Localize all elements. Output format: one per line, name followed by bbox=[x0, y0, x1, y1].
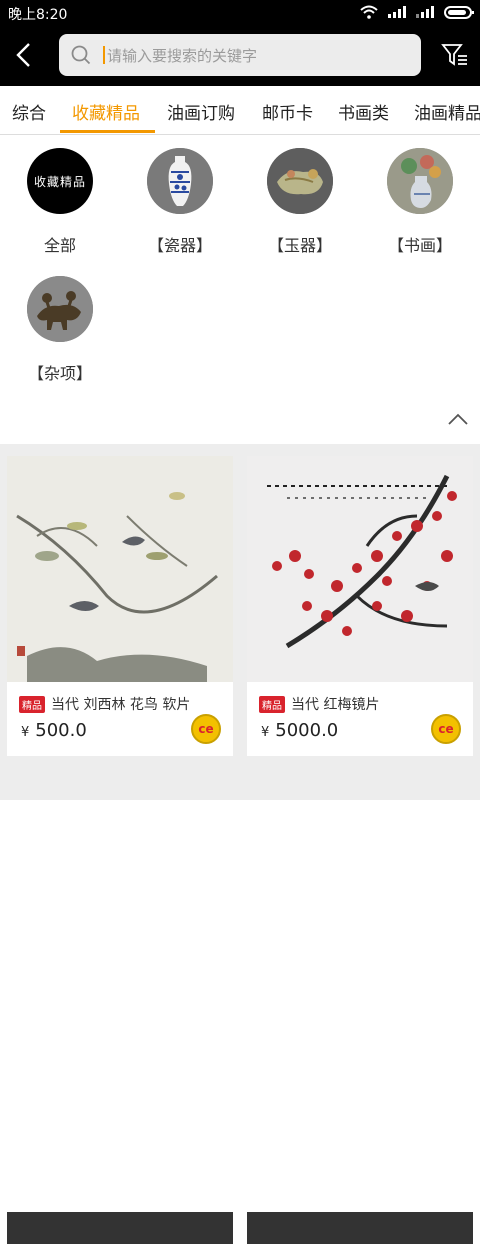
status-icons bbox=[360, 5, 474, 19]
search-input[interactable]: 请输入要搜索的关键字 bbox=[59, 34, 421, 76]
tab-comprehensive[interactable]: 综合 bbox=[12, 99, 46, 124]
category-painting[interactable]: 【书画】 bbox=[370, 148, 470, 256]
signal-icon bbox=[388, 6, 406, 18]
tab-oil-painting-order[interactable]: 油画订购 bbox=[167, 99, 235, 124]
product-meta: 精品 当代 刘西林 花鸟 软片 ¥500.0 ce bbox=[7, 686, 233, 756]
product-meta: 精品 当代 红梅镜片 ¥5000.0 ce bbox=[247, 686, 473, 756]
category-jade[interactable]: 【玉器】 bbox=[250, 148, 350, 256]
battery-icon bbox=[444, 5, 474, 19]
fine-badge: 精品 bbox=[19, 696, 45, 713]
tab-oil-painting-fine[interactable]: 油画精品 bbox=[414, 99, 480, 124]
search-icon bbox=[71, 45, 91, 65]
tab-stamps-coins[interactable]: 邮币卡 bbox=[262, 99, 313, 124]
price-value: 5000.0 bbox=[275, 720, 339, 741]
product-grid: 精品 当代 刘西林 花鸟 软片 ¥500.0 ce 精品 当代 红梅镜片 ¥ 5… bbox=[0, 444, 480, 1244]
shop-logo-icon: ce bbox=[431, 714, 461, 744]
jade-carving-icon bbox=[267, 148, 333, 214]
collapse-chevron-up-icon[interactable] bbox=[448, 412, 468, 426]
product-title: 当代 红梅镜片 bbox=[291, 697, 380, 713]
product-image-red-plum bbox=[247, 456, 473, 682]
painting-vase-icon bbox=[387, 148, 453, 214]
currency-symbol: ¥ bbox=[21, 725, 30, 740]
category-label: 【玉器】 bbox=[267, 236, 332, 255]
currency-symbol: ¥ bbox=[261, 725, 270, 740]
price-value: 500.0 bbox=[35, 720, 87, 741]
category-all[interactable]: 收藏精品 全部 bbox=[10, 148, 110, 256]
category-tabs: 综合 收藏精品 油画订购 邮币卡 书画类 油画精品 bbox=[0, 86, 480, 135]
status-time: 晚上8:20 bbox=[8, 7, 68, 23]
category-porcelain[interactable]: 【瓷器】 bbox=[130, 148, 230, 256]
product-card-next[interactable] bbox=[7, 1212, 233, 1244]
bronze-sculpture-icon bbox=[27, 276, 93, 342]
product-card-next[interactable] bbox=[247, 1212, 473, 1244]
product-card[interactable]: 精品 当代 红梅镜片 ¥5000.0 ce bbox=[247, 456, 473, 756]
fine-badge: 精品 bbox=[259, 696, 285, 713]
product-title: 当代 刘西林 花鸟 软片 bbox=[51, 697, 191, 713]
category-misc[interactable]: 【杂项】 bbox=[10, 276, 110, 384]
top-bar: 晚上8:20 请输入要搜索的关键字 bbox=[0, 0, 480, 86]
category-label: 【杂项】 bbox=[27, 364, 92, 383]
category-label: 【书画】 bbox=[387, 236, 452, 255]
product-card[interactable]: 精品 当代 刘西林 花鸟 软片 ¥500.0 ce bbox=[7, 456, 233, 756]
wifi-icon bbox=[360, 5, 378, 19]
status-bar: 晚上8:20 bbox=[0, 0, 480, 26]
collection-badge-icon: 收藏精品 bbox=[27, 148, 93, 214]
porcelain-vase-icon bbox=[147, 148, 213, 214]
product-image-bird-flower bbox=[7, 456, 233, 682]
product-price: ¥5000.0 bbox=[261, 720, 338, 741]
search-placeholder: 请输入要搜索的关键字 bbox=[107, 47, 258, 65]
tab-collection-fine[interactable]: 收藏精品 bbox=[72, 99, 140, 124]
badge-text: 收藏精品 bbox=[33, 174, 86, 189]
signal-2-icon bbox=[416, 6, 434, 18]
tab-calligraphy[interactable]: 书画类 bbox=[338, 99, 389, 124]
shop-logo-icon: ce bbox=[191, 714, 221, 744]
text-cursor bbox=[103, 46, 105, 64]
back-arrow-icon[interactable] bbox=[10, 40, 40, 70]
product-price: ¥500.0 bbox=[21, 720, 87, 741]
active-tab-indicator bbox=[60, 130, 155, 133]
filter-icon[interactable] bbox=[440, 40, 470, 70]
category-label: 【瓷器】 bbox=[147, 236, 212, 255]
category-label: 全部 bbox=[43, 236, 76, 255]
